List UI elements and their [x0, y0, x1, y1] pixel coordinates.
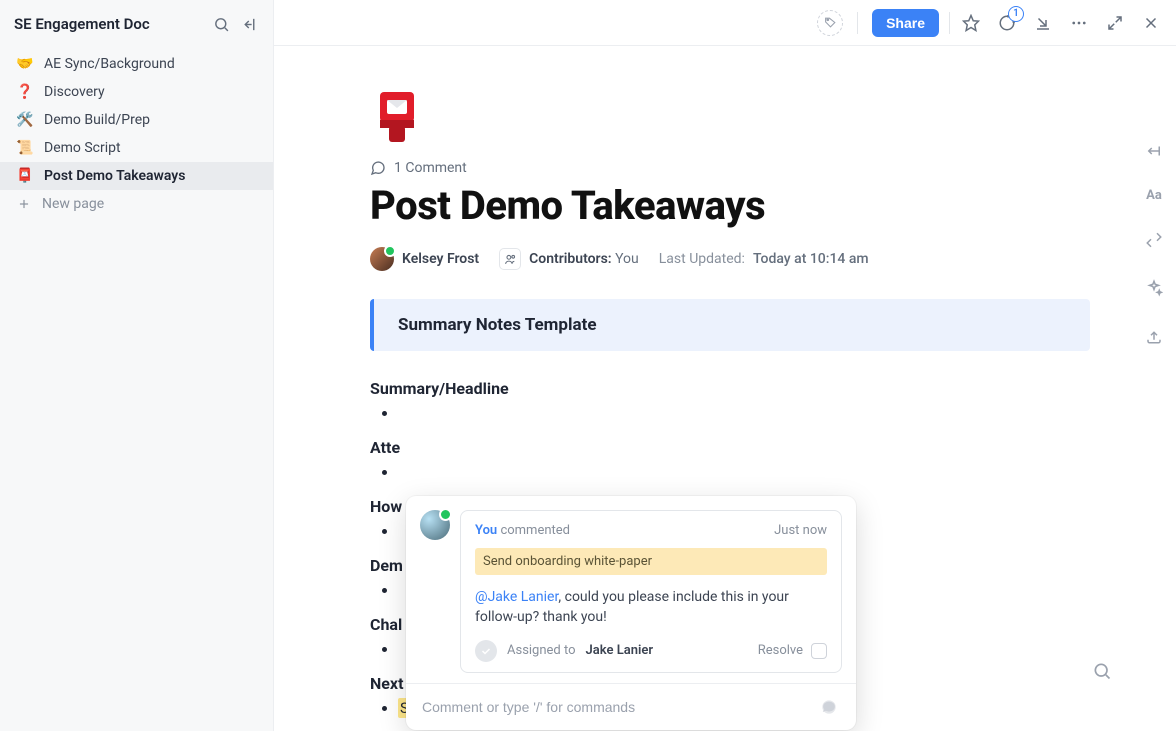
- section-summary[interactable]: Summary/Headline: [370, 379, 1090, 398]
- floating-search-icon[interactable]: [1088, 657, 1116, 685]
- contributors-value: You: [615, 251, 639, 267]
- download-icon[interactable]: [1032, 12, 1054, 34]
- document: 1 Comment Post Demo Takeaways Kelsey Fro…: [370, 86, 1090, 719]
- sidebar-item-label: New page: [42, 196, 104, 212]
- sidebar-item-demo-script[interactable]: 📜 Demo Script: [0, 134, 273, 162]
- assignee[interactable]: Jake Lanier: [586, 643, 654, 658]
- share-button[interactable]: Share: [872, 9, 939, 37]
- question-icon: ❓: [16, 84, 34, 100]
- search-icon[interactable]: [211, 14, 231, 34]
- avatar: [420, 510, 450, 540]
- sidebar-item-label: Demo Script: [44, 140, 121, 156]
- main: Share 1: [274, 0, 1176, 731]
- comment-input-row: [406, 683, 856, 730]
- updated-chip: Last Updated: Today at 10:14 am: [659, 251, 869, 267]
- comment-card: You commented Just now Send onboarding w…: [460, 510, 842, 673]
- divider: [857, 12, 858, 34]
- contributors-chip[interactable]: Contributors: You: [499, 248, 639, 270]
- resolve-button[interactable]: Resolve: [758, 643, 827, 659]
- right-rail: Aa: [1132, 140, 1176, 347]
- comment-icon: [370, 160, 386, 176]
- callout-title: Summary Notes Template: [398, 315, 1066, 335]
- resolve-label: Resolve: [758, 643, 803, 658]
- comment-count-row[interactable]: 1 Comment: [370, 160, 1090, 176]
- postbox-icon: 📮: [16, 168, 34, 184]
- typography-icon[interactable]: Aa: [1146, 188, 1162, 203]
- sidebar-item-post-demo[interactable]: 📮 Post Demo Takeaways: [0, 162, 273, 190]
- upload-icon[interactable]: [1143, 325, 1165, 347]
- document-scroll[interactable]: 1 Comment Post Demo Takeaways Kelsey Fro…: [274, 46, 1176, 731]
- topbar: Share 1: [274, 0, 1176, 46]
- tag-icon[interactable]: [817, 10, 843, 36]
- meta-row: Kelsey Frost Contributors: You Last Upda…: [370, 247, 1090, 271]
- comment-count: 1 Comment: [394, 160, 467, 176]
- convert-icon[interactable]: [1143, 229, 1165, 251]
- plus-icon: [16, 196, 32, 212]
- sidebar-item-label: Discovery: [44, 84, 105, 100]
- tools-icon: 🛠️: [16, 112, 34, 128]
- sidebar-item-label: Demo Build/Prep: [44, 112, 150, 128]
- author-name: Kelsey Frost: [402, 251, 479, 267]
- sidebar-item-ae-sync[interactable]: 🤝 AE Sync/Background: [0, 50, 273, 78]
- assigned-label: Assigned to: [507, 643, 576, 658]
- page-icon[interactable]: [370, 86, 424, 146]
- sidebar-item-discovery[interactable]: ❓ Discovery: [0, 78, 273, 106]
- sidebar-item-new-page[interactable]: New page: [0, 190, 273, 218]
- comment-input[interactable]: [422, 699, 808, 715]
- notification-badge: 1: [1008, 6, 1024, 22]
- sidebar-nav: 🤝 AE Sync/Background ❓ Discovery 🛠️ Demo…: [0, 44, 273, 218]
- workspace-title: SE Engagement Doc: [14, 15, 203, 33]
- comment-verb: commented: [500, 523, 570, 538]
- outdent-icon[interactable]: [1143, 140, 1165, 162]
- sidebar-item-label: Post Demo Takeaways: [44, 168, 185, 184]
- divider: [949, 12, 950, 34]
- sparkle-icon[interactable]: [1143, 277, 1165, 299]
- page-title[interactable]: Post Demo Takeaways: [370, 182, 1090, 229]
- comment-quote: Send onboarding white-paper: [475, 548, 827, 575]
- list-item[interactable]: [398, 461, 1090, 483]
- comment-popover: You commented Just now Send onboarding w…: [406, 496, 856, 730]
- comment-author: You: [475, 523, 497, 538]
- sidebar-item-demo-build[interactable]: 🛠️ Demo Build/Prep: [0, 106, 273, 134]
- mention[interactable]: @Jake Lanier: [475, 589, 558, 605]
- contributors-icon: [499, 248, 521, 270]
- section-attendees[interactable]: Atte: [370, 438, 1090, 457]
- avatar: [370, 247, 394, 271]
- send-icon[interactable]: [818, 696, 840, 718]
- updated-label: Last Updated:: [659, 251, 745, 267]
- comment-text: @Jake Lanier, could you please include t…: [475, 587, 827, 628]
- comment-time: Just now: [774, 523, 827, 538]
- close-icon[interactable]: [1140, 12, 1162, 34]
- check-icon: [475, 640, 497, 662]
- handshake-icon: 🤝: [16, 56, 34, 72]
- sidebar-item-label: AE Sync/Background: [44, 56, 175, 72]
- list-item[interactable]: [398, 402, 1090, 424]
- contributors-label: Contributors:: [529, 251, 611, 267]
- callout[interactable]: Summary Notes Template: [370, 299, 1090, 351]
- sidebar-header: SE Engagement Doc: [0, 0, 273, 44]
- collapse-sidebar-icon[interactable]: [239, 14, 259, 34]
- resolve-checkbox[interactable]: [811, 643, 827, 659]
- author-chip[interactable]: Kelsey Frost: [370, 247, 479, 271]
- sidebar: SE Engagement Doc 🤝 AE Sync/Background ❓…: [0, 0, 274, 731]
- notifications-icon[interactable]: 1: [996, 12, 1018, 34]
- expand-icon[interactable]: [1104, 12, 1126, 34]
- updated-value: Today at 10:14 am: [753, 251, 869, 267]
- more-icon[interactable]: [1068, 12, 1090, 34]
- scroll-icon: 📜: [16, 140, 34, 156]
- star-icon[interactable]: [960, 12, 982, 34]
